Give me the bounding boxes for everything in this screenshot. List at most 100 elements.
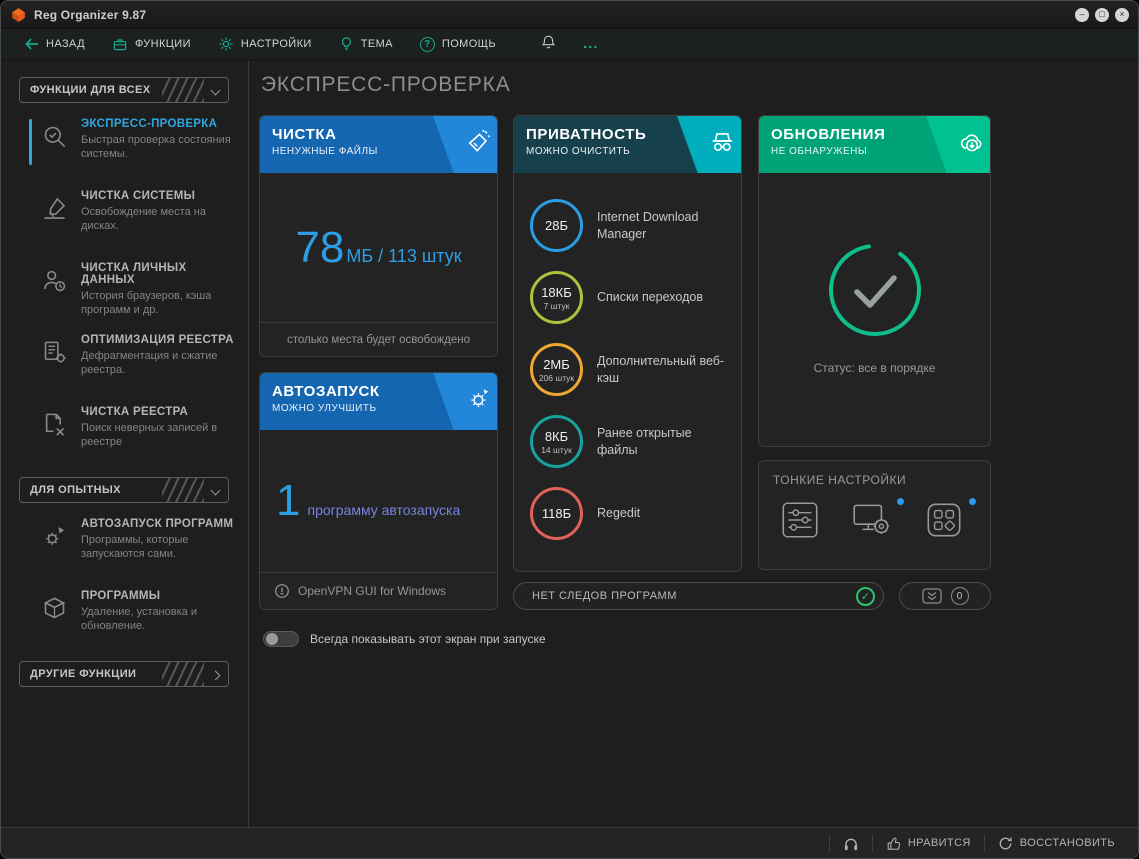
startup-toggle-row: Всегда показывать этот экран при запуске <box>263 631 546 647</box>
window-title: Reg Organizer 9.87 <box>34 8 146 22</box>
privacy-list: 28Б Internet Download Manager 18КБ 7 шту… <box>514 173 741 571</box>
double-chevron-down-icon <box>922 588 942 604</box>
privacy-card-header[interactable]: ПРИВАТНОСТЬ МОЖНО ОЧИСТИТЬ <box>514 116 741 173</box>
sidebar-item-private-data[interactable]: ЧИСТКА ЛИЧНЫХ ДАННЫХ История браузеров, … <box>15 261 240 323</box>
autorun-programs-icon <box>41 523 68 550</box>
stripes-decoration <box>162 78 204 102</box>
updates-card[interactable]: ОБНОВЛЕНИЯ НЕ ОБНАРУЖЕНЫ Статус: все в п… <box>758 115 991 447</box>
check-badge-icon: ✓ <box>856 587 875 606</box>
updates-status: Статус: все в порядке <box>814 361 936 375</box>
minimize-button[interactable]: – <box>1075 8 1089 22</box>
chevron-right-icon <box>211 671 221 681</box>
cleanup-card-header[interactable]: ЧИСТКА НЕНУЖНЫЕ ФАЙЛЫ <box>260 116 497 173</box>
autorun-header-icon-area <box>433 373 497 430</box>
sidebar-item-registry-cleanup[interactable]: ЧИСТКА РЕЕСТРА Поиск неверных записей в … <box>15 405 240 467</box>
autorun-gear-icon <box>465 386 491 412</box>
page-title: ЭКСПРЕСС-ПРОВЕРКА <box>261 73 511 97</box>
incognito-icon <box>709 129 735 155</box>
privacy-card[interactable]: ПРИВАТНОСТЬ МОЖНО ОЧИСТИТЬ 28Б Internet … <box>513 115 742 572</box>
counter-badge: 0 <box>951 587 969 605</box>
system-cleanup-icon <box>41 195 68 222</box>
functions-button[interactable]: ФУНКЦИИ <box>112 37 191 52</box>
autorun-card-footer: OpenVPN GUI for Windows <box>260 572 497 609</box>
sidebar: ФУНКЦИИ ДЛЯ ВСЕХ ЭКСПРЕСС-ПРОВЕРКА Быстр… <box>1 61 248 827</box>
cleanup-card[interactable]: ЧИСТКА НЕНУЖНЫЕ ФАЙЛЫ 78МБ / 113 штук ст… <box>259 115 498 357</box>
other-functions-button[interactable]: ДРУГИЕ ФУНКЦИИ <box>19 661 229 687</box>
privacy-item-webcache[interactable]: 2МБ 206 штук Дополнительный веб-кэш <box>530 343 725 396</box>
tweak-apps-button[interactable] <box>921 497 967 548</box>
stripes-decoration <box>162 662 204 686</box>
privacy-ring: 118Б <box>530 487 583 540</box>
notification-dot <box>897 498 904 505</box>
autorun-value: 1 <box>276 479 300 523</box>
chevron-down-icon <box>211 86 221 96</box>
like-button[interactable]: НРАВИТСЯ <box>873 828 984 858</box>
tweak-sliders-button[interactable] <box>777 497 823 548</box>
notifications-button[interactable] <box>541 34 556 55</box>
cleanup-card-footer: столько места будет освобождено <box>260 322 497 356</box>
app-window: Reg Organizer 9.87 – □ × НАЗАД ФУНКЦИИ Н… <box>0 0 1139 859</box>
stripes-decoration <box>162 478 204 502</box>
restore-icon <box>998 836 1013 851</box>
cloud-download-icon <box>958 129 985 156</box>
status-ok-ring-icon <box>824 239 926 341</box>
registry-optimization-icon <box>41 339 68 366</box>
restore-button[interactable]: ВОССТАНОВИТЬ <box>985 828 1128 858</box>
startup-toggle[interactable] <box>263 631 299 647</box>
cleanup-header-icon-area <box>433 116 497 173</box>
updates-header-icon-area <box>926 116 990 173</box>
back-button[interactable]: НАЗАД <box>25 38 85 50</box>
sidebar-item-programs[interactable]: ПРОГРАММЫ Удаление, установка и обновлен… <box>15 589 240 651</box>
back-arrow-icon <box>25 38 39 50</box>
privacy-item-regedit[interactable]: 118Б Regedit <box>530 487 640 540</box>
toggle-knob <box>266 633 278 645</box>
gear-icon <box>218 36 234 52</box>
chevron-down-icon <box>211 486 221 496</box>
autorun-unit: программу автозапуска <box>307 502 460 518</box>
autorun-card-body: 1 программу автозапуска <box>260 430 497 572</box>
monitor-gear-icon <box>849 497 895 543</box>
deep-scan-counter-button[interactable]: 0 <box>899 582 991 610</box>
tweaks-buttons <box>773 497 976 548</box>
sidebar-item-system-cleanup[interactable]: ЧИСТКА СИСТЕМЫ Освобождение места на дис… <box>15 189 240 251</box>
more-button[interactable]: ... <box>583 39 599 49</box>
support-button[interactable] <box>830 828 872 858</box>
notification-dot <box>969 498 976 505</box>
sidebar-item-autorun-programs[interactable]: АВТОЗАПУСК ПРОГРАММ Программы, которые з… <box>15 517 240 579</box>
updates-card-body: Статус: все в порядке <box>759 173 990 446</box>
apps-grid-icon <box>921 497 967 543</box>
updates-card-header[interactable]: ОБНОВЛЕНИЯ НЕ ОБНАРУЖЕНЫ <box>759 116 990 173</box>
autorun-card[interactable]: АВТОЗАПУСК МОЖНО УЛУЧШИТЬ 1 программу ав… <box>259 372 498 610</box>
sidebar-item-registry-optimization[interactable]: ОПТИМИЗАЦИЯ РЕЕСТРА Дефрагментация и сжа… <box>15 333 240 395</box>
express-check-icon <box>41 123 68 150</box>
sliders-icon <box>777 497 823 543</box>
private-data-icon <box>41 267 68 294</box>
toolbar: НАЗАД ФУНКЦИИ НАСТРОЙКИ ТЕМА ? ПОМОЩЬ ..… <box>1 29 1138 60</box>
broom-icon <box>465 129 491 155</box>
privacy-ring: 2МБ 206 штук <box>530 343 583 396</box>
privacy-item-recent-files[interactable]: 8КБ 14 штук Ранее открытые файлы <box>530 415 725 468</box>
tweak-system-button[interactable] <box>849 497 895 548</box>
close-button[interactable]: × <box>1115 8 1129 22</box>
group-for-experienced[interactable]: ДЛЯ ОПЫТНЫХ <box>19 477 229 503</box>
registry-cleanup-icon <box>41 411 68 438</box>
privacy-item-idm[interactable]: 28Б Internet Download Manager <box>530 199 725 252</box>
openvpn-icon <box>274 583 290 599</box>
cleanup-value: 78 <box>295 223 344 272</box>
sidebar-item-express-check[interactable]: ЭКСПРЕСС-ПРОВЕРКА Быстрая проверка состо… <box>15 117 240 179</box>
programs-icon <box>41 595 68 622</box>
theme-button[interactable]: ТЕМА <box>339 36 393 52</box>
privacy-ring: 28Б <box>530 199 583 252</box>
privacy-item-jumplists[interactable]: 18КБ 7 штук Списки переходов <box>530 271 703 324</box>
privacy-header-icon-area <box>677 116 741 173</box>
help-button[interactable]: ? ПОМОЩЬ <box>420 37 496 52</box>
settings-button[interactable]: НАСТРОЙКИ <box>218 36 312 52</box>
group-functions-for-all[interactable]: ФУНКЦИИ ДЛЯ ВСЕХ <box>19 77 229 103</box>
functions-icon <box>112 37 128 52</box>
cleanup-card-body: 78МБ / 113 штук <box>260 173 497 322</box>
maximize-button[interactable]: □ <box>1095 8 1109 22</box>
startup-toggle-label: Всегда показывать этот экран при запуске <box>310 632 546 646</box>
no-traces-button[interactable]: НЕТ СЛЕДОВ ПРОГРАММ ✓ <box>513 582 884 610</box>
statusbar: НРАВИТСЯ ВОССТАНОВИТЬ <box>1 827 1138 858</box>
autorun-card-header[interactable]: АВТОЗАПУСК МОЖНО УЛУЧШИТЬ <box>260 373 497 430</box>
